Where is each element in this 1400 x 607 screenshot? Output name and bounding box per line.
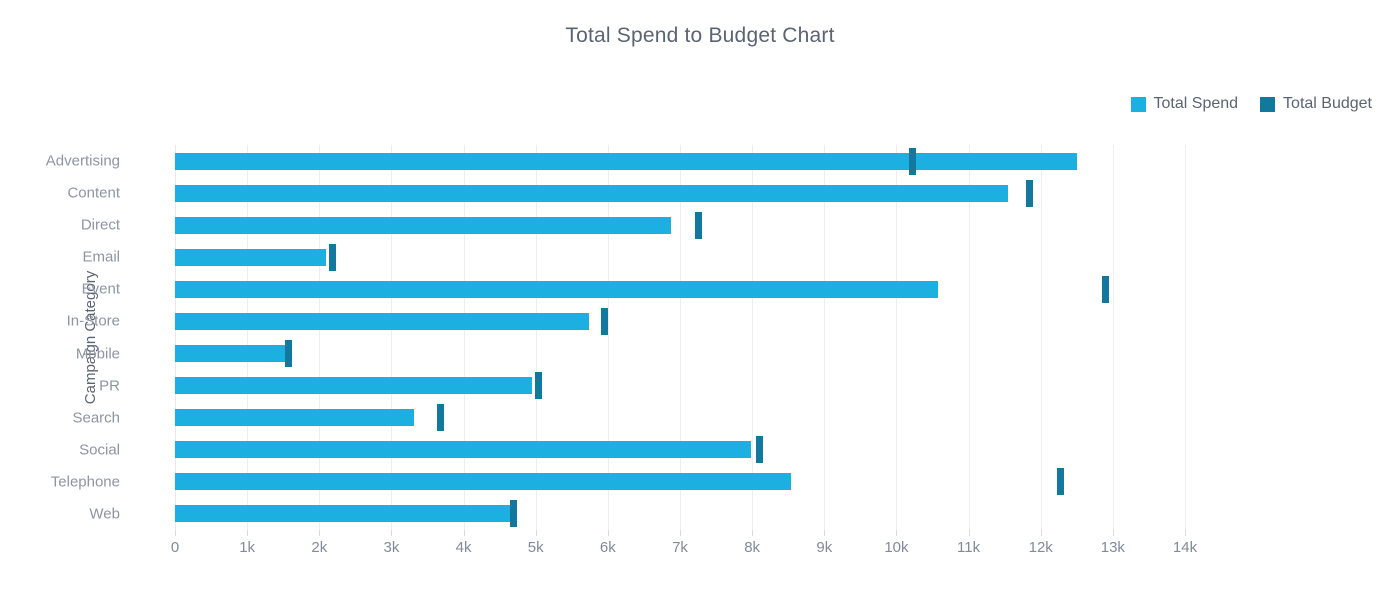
x-gridline: [1185, 145, 1186, 530]
bar-total-spend[interactable]: [175, 184, 1009, 202]
x-gridline: [391, 145, 393, 530]
x-axis-tick-label: 8k: [744, 539, 761, 556]
bar-total-spend[interactable]: [175, 216, 672, 234]
y-axis-category-label: Telephone: [50, 473, 120, 491]
x-axis-tick-label: 12k: [1028, 539, 1053, 556]
x-axis-tick: [968, 530, 970, 536]
legend-label-total-spend: Total Spend: [1153, 95, 1239, 112]
bar-total-spend[interactable]: [175, 152, 1077, 170]
x-gridline: [680, 145, 681, 530]
y-axis-category-label: Event: [81, 280, 120, 298]
legend-item-total-spend[interactable]: Total Spend: [1130, 95, 1239, 113]
x-gridline: [319, 145, 321, 530]
x-axis-tick: [896, 530, 898, 536]
bar-total-spend[interactable]: [175, 345, 286, 363]
bar-total-spend[interactable]: [175, 441, 751, 459]
bar-total-spend[interactable]: [175, 280, 939, 298]
x-axis-tick: [824, 530, 826, 536]
x-gridline: [752, 145, 754, 530]
y-axis-category-label: Content: [67, 184, 120, 202]
x-axis-tick-label: 13k: [1100, 539, 1125, 556]
bar-total-spend[interactable]: [175, 377, 533, 395]
page-title: Total Spend to Budget Chart: [565, 24, 835, 47]
x-axis-tick: [463, 530, 465, 536]
y-axis-category-label: Web: [89, 505, 120, 523]
marker-total-budget[interactable]: [1025, 179, 1033, 207]
x-axis-tick: [319, 530, 321, 536]
x-gridline: [1040, 145, 1042, 530]
x-gridline: [824, 145, 826, 530]
plot-area: 0 1k 2k 3k 4k 5k 6k 7k 8k 9k 10k 11k 12k 13k 14k Advert…: [46, 145, 1360, 556]
legend-item-total-budget[interactable]: Total Budget: [1260, 95, 1372, 113]
x-gridline: [1112, 145, 1114, 530]
square-swatch-icon: [1130, 96, 1146, 112]
square-swatch-icon: [1260, 96, 1276, 112]
x-axis-tick: [752, 530, 754, 536]
x-axis-tick: [175, 530, 176, 536]
y-axis-category-label: In-Store: [66, 312, 120, 330]
x-axis-tick-label: 9k: [816, 539, 833, 556]
x-axis-tick-label: 1k: [239, 539, 256, 556]
chart-legend: Total Spend Total Budget: [1130, 95, 1372, 113]
x-gridline: [896, 145, 898, 530]
bar-total-spend[interactable]: [175, 248, 326, 266]
x-axis-tick: [391, 530, 393, 536]
marker-total-budget[interactable]: [329, 243, 337, 271]
x-gridline: [535, 145, 537, 530]
y-axis-category-label: Mobile: [75, 345, 120, 363]
marker-total-budget[interactable]: [285, 340, 293, 368]
x-axis-tick: [247, 530, 249, 536]
marker-total-budget[interactable]: [436, 404, 444, 432]
y-axis-category-label: Email: [82, 248, 120, 266]
marker-total-budget[interactable]: [535, 372, 543, 400]
x-gridline: [247, 145, 249, 530]
x-axis-tick-label: 4k: [455, 539, 472, 556]
y-axis-category-label: PR: [99, 377, 120, 395]
x-axis-tick-label: 14k: [1172, 539, 1198, 556]
x-axis-tick-label: 2k: [311, 539, 328, 556]
x-axis-tick-label: 0: [170, 539, 180, 556]
bar-total-spend[interactable]: [175, 473, 792, 491]
legend-label-total-budget: Total Budget: [1283, 95, 1372, 112]
chart-container: Total Spend to Budget Chart Total Spend …: [0, 0, 1400, 607]
x-axis-tick-label: 11k: [957, 539, 981, 556]
y-axis-category-label: Advertising: [45, 152, 120, 170]
x-axis-tick-label: 5k: [527, 539, 544, 556]
marker-total-budget[interactable]: [509, 500, 517, 528]
x-axis-tick: [1112, 530, 1114, 536]
marker-total-budget[interactable]: [755, 436, 763, 464]
marker-total-budget[interactable]: [1102, 275, 1110, 303]
x-axis-tick: [1185, 530, 1186, 536]
bar-total-spend[interactable]: [175, 409, 414, 427]
x-axis-tick: [1040, 530, 1042, 536]
marker-total-budget[interactable]: [1057, 468, 1065, 496]
x-axis-tick: [680, 530, 681, 536]
marker-total-budget[interactable]: [694, 211, 702, 239]
bar-total-spend[interactable]: [175, 312, 590, 330]
x-gridline: [607, 145, 609, 530]
y-axis-category-label: Direct: [80, 216, 120, 234]
x-gridline: [463, 145, 465, 530]
x-axis-tick: [535, 530, 537, 536]
bar-total-spend[interactable]: [175, 505, 510, 523]
x-axis-tick-label: 10k: [884, 539, 909, 556]
y-axis-category-label: Social: [79, 441, 120, 459]
x-axis-tick-label: 7k: [672, 539, 688, 556]
marker-total-budget[interactable]: [600, 307, 608, 335]
x-axis-tick: [607, 530, 609, 536]
x-axis-tick-label: 3k: [383, 539, 400, 556]
y-axis-category-label: Search: [72, 409, 120, 427]
marker-total-budget[interactable]: [908, 147, 916, 175]
x-axis-tick-label: 6k: [599, 539, 616, 556]
y-axis-title: Campaign Category: [82, 270, 100, 405]
x-gridline: [968, 145, 970, 530]
